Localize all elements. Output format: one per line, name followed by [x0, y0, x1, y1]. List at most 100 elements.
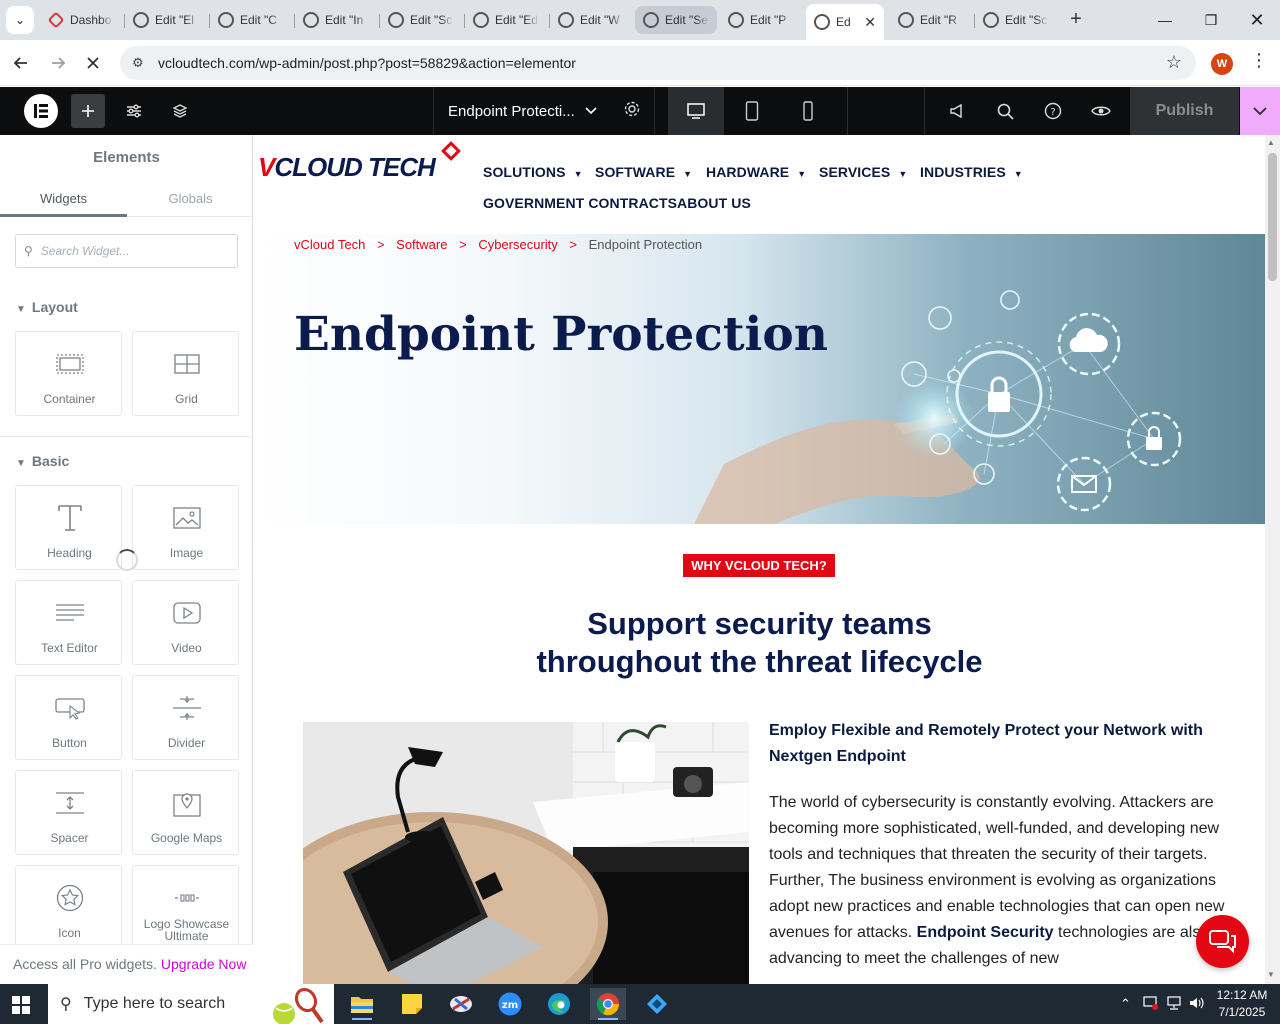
widget-divider[interactable]: Divider: [132, 675, 239, 760]
widget-button[interactable]: Button: [15, 675, 122, 760]
document-selector[interactable]: Endpoint Protecti...: [433, 87, 655, 135]
nav-government-contracts[interactable]: GOVERNMENT CONTRACTS: [483, 195, 677, 211]
nav-solutions[interactable]: SOLUTIONS ▼: [483, 164, 583, 180]
breadcrumb-software-link[interactable]: Software: [396, 237, 447, 252]
close-tab-icon[interactable]: ✕: [864, 14, 876, 31]
widget-heading[interactable]: Heading: [15, 485, 122, 570]
nav-hardware[interactable]: HARDWARE ▼: [706, 164, 806, 180]
bookmark-star-icon[interactable]: ☆: [1166, 52, 1182, 73]
widget-icon[interactable]: Icon: [15, 865, 122, 950]
elementor-logo-icon[interactable]: [24, 94, 58, 128]
scroll-thumb[interactable]: [1268, 153, 1277, 281]
search-icon[interactable]: [988, 94, 1022, 128]
file-explorer-icon[interactable]: [344, 988, 380, 1020]
section-heading: Support security teams throughout the th…: [254, 605, 1265, 681]
windows-start-icon[interactable]: [12, 996, 30, 1019]
mobile-icon[interactable]: [780, 87, 836, 135]
url-text[interactable]: vcloudtech.com/wp-admin/post.php?post=58…: [158, 55, 576, 71]
volume-icon[interactable]: [1189, 996, 1205, 1013]
category-layout[interactable]: ▼ Layout: [16, 299, 78, 315]
stop-loading-icon[interactable]: [78, 48, 108, 78]
notifications-megaphone-icon[interactable]: [940, 94, 974, 128]
tab-widgets[interactable]: Widgets: [0, 191, 127, 206]
chrome-browser-icon[interactable]: [590, 988, 626, 1020]
browser-menu-icon[interactable]: ⋮: [1250, 50, 1268, 71]
widget-label: Button: [52, 736, 87, 750]
widget-google-maps[interactable]: Google Maps: [132, 770, 239, 855]
site-logo[interactable]: VCLOUD TECH: [258, 152, 436, 183]
widget-spacer[interactable]: Spacer: [15, 770, 122, 855]
browser-tab[interactable]: Edit "Sc: [975, 6, 1057, 34]
browser-tab[interactable]: Edit "Se: [635, 6, 717, 34]
meet-now-icon[interactable]: [1143, 996, 1159, 1013]
app-diamond-icon[interactable]: [639, 988, 675, 1020]
browser-tab[interactable]: Edit "R: [890, 6, 972, 34]
upgrade-now-link[interactable]: Upgrade Now: [161, 956, 247, 972]
logo-v: V: [258, 152, 275, 182]
grid-icon: [133, 348, 240, 380]
forward-icon[interactable]: [43, 48, 73, 78]
widget-text-editor[interactable]: Text Editor: [15, 580, 122, 665]
browser-tab[interactable]: Edit "In: [295, 6, 377, 34]
site-settings-icon[interactable]: [117, 94, 151, 128]
browser-tab[interactable]: Edit "Ed: [465, 6, 547, 34]
widget-search-input[interactable]: ⚲ Search Widget...: [15, 234, 238, 268]
taskbar-search-input[interactable]: ⚲ Type here to search: [48, 984, 334, 1024]
omnibox[interactable]: ⚙ vcloudtech.com/wp-admin/post.php?post=…: [120, 46, 1196, 80]
widget-logo-showcase[interactable]: Logo Showcase Ultimate: [132, 865, 239, 950]
publish-button[interactable]: Publish: [1130, 87, 1239, 135]
widget-video[interactable]: Video: [132, 580, 239, 665]
restore-icon[interactable]: ❐: [1188, 0, 1234, 40]
browser-tab[interactable]: Edit "W: [550, 6, 632, 34]
browser-tab[interactable]: Edit "P: [720, 6, 802, 34]
nav-about-us[interactable]: ABOUT US: [677, 195, 751, 211]
scroll-down-icon[interactable]: ▼: [1267, 970, 1275, 979]
browser-tab[interactable]: Edit "Sc: [380, 6, 462, 34]
tab-globals[interactable]: Globals: [127, 191, 252, 206]
svg-text:zm: zm: [502, 1000, 518, 1011]
widget-container[interactable]: Container: [15, 331, 122, 416]
publish-options-chevron-icon[interactable]: [1240, 87, 1280, 135]
desktop-icon[interactable]: [668, 87, 724, 135]
widget-grid[interactable]: Grid: [132, 331, 239, 416]
minimize-icon[interactable]: —: [1142, 0, 1188, 40]
tab-title: Edit "P: [750, 13, 787, 27]
browser-tab-active[interactable]: Ed ✕: [806, 4, 884, 40]
show-hidden-icons-chevron-icon[interactable]: ⌃: [1120, 996, 1131, 1012]
nav-services[interactable]: SERVICES ▼: [819, 164, 907, 180]
sticky-notes-icon[interactable]: [394, 988, 430, 1020]
nav-software[interactable]: SOFTWARE ▼: [595, 164, 692, 180]
browser-tab-strip: ⌄ Dashbo Edit "El Edit "C Edit "In Edit "Sc E…: [0, 0, 1280, 40]
add-element-icon[interactable]: [71, 94, 105, 128]
scroll-up-icon[interactable]: ▲: [1267, 138, 1275, 147]
category-basic[interactable]: ▼ Basic: [16, 453, 69, 469]
system-clock[interactable]: 12:12 AM 7/1/2025: [1212, 987, 1272, 1021]
nav-industries[interactable]: INDUSTRIES ▼: [920, 164, 1023, 180]
preview-eye-icon[interactable]: [1084, 94, 1118, 128]
pro-text: Access all Pro widgets.: [13, 956, 157, 972]
page-settings-gear-icon[interactable]: [623, 100, 641, 122]
browser-tab[interactable]: Edit "C: [210, 6, 292, 34]
breadcrumb-home-link[interactable]: vCloud Tech: [294, 237, 365, 252]
help-icon[interactable]: ?: [1036, 94, 1070, 128]
chat-bubble-icon[interactable]: [1196, 915, 1249, 968]
tab-title: Edit "Sc: [410, 13, 453, 27]
back-icon[interactable]: [6, 48, 36, 78]
snipping-tool-icon[interactable]: [443, 988, 479, 1020]
caret-down-icon: ▼: [16, 304, 26, 315]
close-window-icon[interactable]: ✕: [1234, 0, 1280, 40]
browser-tab[interactable]: Dashbo: [40, 6, 122, 34]
tab-search-menu-icon[interactable]: ⌄: [6, 6, 34, 34]
profile-avatar[interactable]: W: [1211, 53, 1233, 75]
site-info-icon[interactable]: ⚙: [132, 55, 152, 71]
network-icon[interactable]: [1166, 996, 1182, 1013]
tab-title: Edit "In: [325, 13, 364, 27]
browser-tab[interactable]: Edit "El: [125, 6, 207, 34]
new-tab-button[interactable]: +: [1064, 8, 1088, 32]
breadcrumb-cybersecurity-link[interactable]: Cybersecurity: [478, 237, 557, 252]
tablet-icon[interactable]: [724, 87, 780, 135]
widget-image[interactable]: Image: [132, 485, 239, 570]
edge-browser-icon[interactable]: [541, 988, 577, 1020]
structure-layers-icon[interactable]: [163, 94, 197, 128]
zoom-icon[interactable]: zm: [492, 988, 528, 1020]
